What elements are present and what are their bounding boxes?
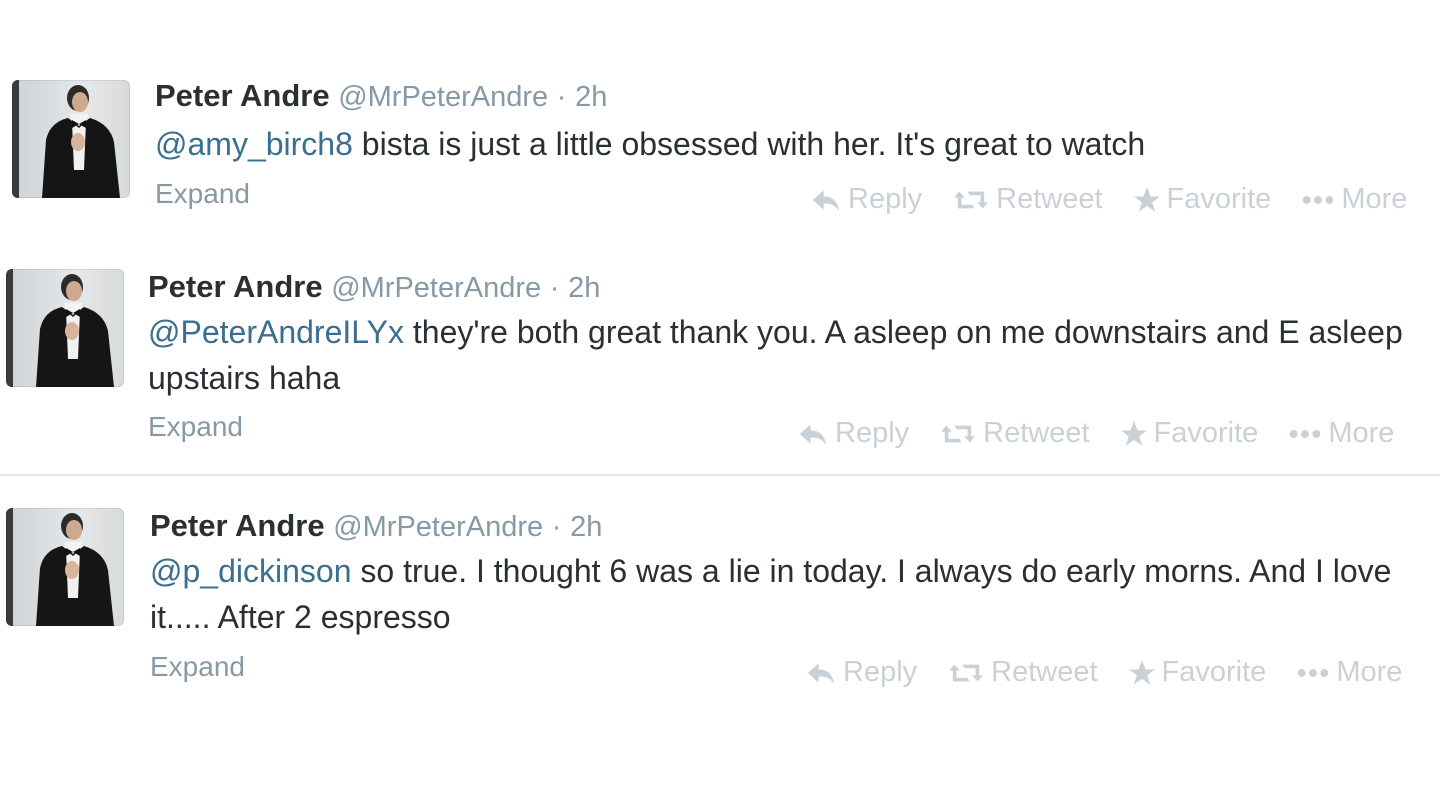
timestamp[interactable]: 2h [570,511,602,543]
retweet-icon [939,422,977,446]
tweet-actions: Reply Retweet Favorite More [810,183,1407,216]
favorite-label: Favorite [1153,417,1259,449]
avatar-image [12,80,130,198]
more-button[interactable]: More [1301,183,1407,216]
tweet-text: @p_dickinson so true. I thought 6 was a … [150,548,1410,640]
more-label: More [1328,417,1395,449]
tweet-body: bista is just a little obsessed with her… [352,126,1146,162]
star-icon [1128,659,1156,687]
more-button[interactable]: More [1288,417,1394,450]
reply-button[interactable]: Reply [810,183,922,216]
avatar-image [6,269,124,387]
separator-dot: · [551,511,562,543]
tweet-actions: Reply Retweet Favorite More [797,417,1394,450]
more-label: More [1341,183,1408,215]
user-name[interactable]: Peter Andre [155,78,330,113]
avatar[interactable] [6,508,124,626]
reply-label: Reply [835,417,910,449]
retweet-button[interactable]: Retweet [939,417,1090,450]
retweet-icon [952,188,990,212]
expand-link[interactable]: Expand [155,178,250,210]
retweet-icon [947,661,985,685]
divider [0,474,1440,476]
retweet-label: Retweet [996,183,1103,215]
tweet-actions: Reply Retweet Favorite More [805,656,1402,689]
more-icon [1301,194,1335,206]
star-icon [1133,186,1161,214]
user-handle[interactable]: @MrPeterAndre [338,81,548,113]
favorite-label: Favorite [1161,656,1267,688]
more-label: More [1336,656,1403,688]
more-icon [1288,428,1322,440]
separator-dot: · [556,81,567,113]
star-icon [1120,420,1148,448]
user-handle[interactable]: @MrPeterAndre [333,511,543,543]
retweet-button[interactable]: Retweet [947,656,1098,689]
tweet-text: @amy_birch8 bista is just a little obses… [155,121,1415,167]
tweet-header: Peter Andre @MrPeterAndre · 2h [155,78,607,115]
reply-button[interactable]: Reply [805,656,917,689]
expand-link[interactable]: Expand [148,411,243,443]
reply-label: Reply [848,183,923,215]
mention-link[interactable]: @p_dickinson [150,553,351,589]
retweet-button[interactable]: Retweet [952,183,1103,216]
reply-button[interactable]: Reply [797,417,909,450]
timestamp[interactable]: 2h [568,272,600,304]
retweet-label: Retweet [991,656,1098,688]
favorite-button[interactable]: Favorite [1133,183,1272,216]
more-icon [1296,667,1330,679]
mention-link[interactable]: @amy_birch8 [155,126,353,162]
reply-icon [805,661,837,685]
favorite-button[interactable]: Favorite [1128,656,1267,689]
expand-link[interactable]: Expand [150,651,245,683]
separator-dot: · [549,272,560,304]
avatar[interactable] [12,80,130,198]
user-handle[interactable]: @MrPeterAndre [331,272,541,304]
reply-icon [810,188,842,212]
user-name[interactable]: Peter Andre [148,269,323,304]
reply-icon [797,422,829,446]
timestamp[interactable]: 2h [575,81,607,113]
reply-label: Reply [843,656,918,688]
tweet-header: Peter Andre @MrPeterAndre · 2h [148,269,600,306]
more-button[interactable]: More [1296,656,1402,689]
retweet-label: Retweet [983,417,1090,449]
tweet-text: @PeterAndreILYx they're both great thank… [148,309,1408,401]
favorite-label: Favorite [1166,183,1272,215]
mention-link[interactable]: @PeterAndreILYx [148,314,404,350]
tweet-header: Peter Andre @MrPeterAndre · 2h [150,508,602,545]
user-name[interactable]: Peter Andre [150,508,325,543]
avatar-image [6,508,124,626]
avatar[interactable] [6,269,124,387]
favorite-button[interactable]: Favorite [1120,417,1259,450]
